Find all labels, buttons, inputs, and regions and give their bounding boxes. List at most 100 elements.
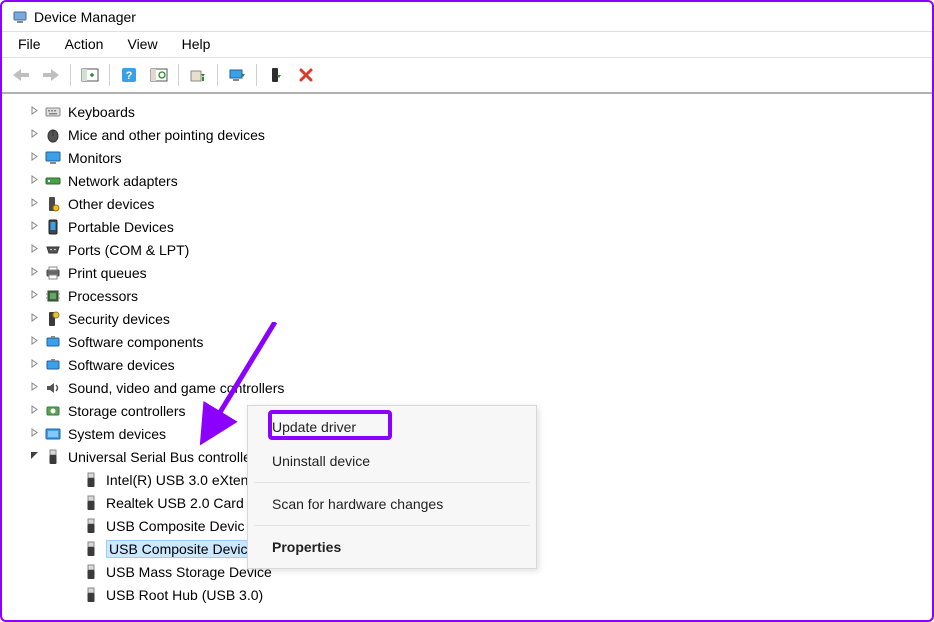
tree-device-label: Intel(R) USB 3.0 eXten <box>106 472 248 488</box>
keyboard-icon <box>44 103 62 121</box>
tree-category[interactable]: Other devices <box>2 192 932 215</box>
tree-device-label: Realtek USB 2.0 Card <box>106 495 244 511</box>
tree-item-label: Sound, video and game controllers <box>68 380 284 396</box>
tree-category[interactable]: Software devices <box>2 353 932 376</box>
menu-separator <box>254 482 530 483</box>
toolbar: ? <box>2 58 932 94</box>
tree-item-label: Other devices <box>68 196 154 212</box>
show-hide-tree-button[interactable] <box>77 62 103 88</box>
tree-item-label: Storage controllers <box>68 403 186 419</box>
monitor-icon <box>44 149 62 167</box>
context-menu-item[interactable]: Update driver <box>248 410 536 444</box>
chevron-right-icon[interactable] <box>26 313 42 325</box>
chevron-right-icon[interactable] <box>26 290 42 302</box>
tree-category[interactable]: Network adapters <box>2 169 932 192</box>
chevron-right-icon[interactable] <box>26 129 42 141</box>
chevron-right-icon[interactable] <box>26 359 42 371</box>
tree-category[interactable]: Print queues <box>2 261 932 284</box>
tree-category[interactable]: Security devices <box>2 307 932 330</box>
system-icon <box>44 425 62 443</box>
chevron-right-icon[interactable] <box>26 175 42 187</box>
menu-view[interactable]: View <box>117 34 167 55</box>
tree-item-label: Ports (COM & LPT) <box>68 242 189 258</box>
tree-category[interactable]: Portable Devices <box>2 215 932 238</box>
portable-icon <box>44 218 62 236</box>
tree-item-label: Keyboards <box>68 104 135 120</box>
tree-category[interactable]: Ports (COM & LPT) <box>2 238 932 261</box>
chevron-right-icon[interactable] <box>26 244 42 256</box>
toolbar-separator <box>109 64 110 86</box>
mouse-icon <box>44 126 62 144</box>
tree-item-label: Mice and other pointing devices <box>68 127 265 143</box>
usb-dev-icon <box>82 517 100 535</box>
help-button[interactable]: ? <box>116 62 142 88</box>
tree-device-label: USB Composite Device <box>106 540 258 558</box>
chevron-right-icon[interactable] <box>26 221 42 233</box>
menu-action[interactable]: Action <box>55 34 114 55</box>
tree-item-label: Portable Devices <box>68 219 174 235</box>
usb-icon <box>44 448 62 466</box>
window-title: Device Manager <box>34 9 136 25</box>
context-menu-item[interactable]: Uninstall device <box>248 444 536 478</box>
chevron-right-icon[interactable] <box>26 267 42 279</box>
tree-item-label: Monitors <box>68 150 122 166</box>
menu-file[interactable]: File <box>8 34 51 55</box>
tree-item-label: Processors <box>68 288 138 304</box>
chevron-right-icon[interactable] <box>26 336 42 348</box>
context-menu-item[interactable]: Scan for hardware changes <box>248 487 536 521</box>
printer-icon <box>44 264 62 282</box>
ports-icon <box>44 241 62 259</box>
titlebar: Device Manager <box>2 2 932 32</box>
tree-category[interactable]: Processors <box>2 284 932 307</box>
menubar: File Action View Help <box>2 32 932 58</box>
enable-device-button[interactable] <box>224 62 250 88</box>
software-icon <box>44 333 62 351</box>
tree-item-label: Print queues <box>68 265 147 281</box>
back-button[interactable] <box>8 62 34 88</box>
security-icon <box>44 310 62 328</box>
usb-dev-icon <box>82 494 100 512</box>
toolbar-separator <box>217 64 218 86</box>
tree-item-label: System devices <box>68 426 166 442</box>
chevron-right-icon[interactable] <box>26 106 42 118</box>
software-icon <box>44 356 62 374</box>
disable-device-button[interactable] <box>263 62 289 88</box>
chevron-right-icon[interactable] <box>26 198 42 210</box>
tree-category[interactable]: Software components <box>2 330 932 353</box>
tree-device-label: USB Root Hub (USB 3.0) <box>106 587 263 603</box>
context-menu: Update driverUninstall device Scan for ha… <box>247 405 537 569</box>
tree-category[interactable]: Monitors <box>2 146 932 169</box>
tree-item-label: Software devices <box>68 357 175 373</box>
toolbar-separator <box>178 64 179 86</box>
chevron-right-icon[interactable] <box>26 152 42 164</box>
network-icon <box>44 172 62 190</box>
chevron-right-icon[interactable] <box>26 405 42 417</box>
context-menu-item[interactable]: Properties <box>248 530 536 564</box>
other-icon <box>44 195 62 213</box>
svg-text:?: ? <box>126 70 133 82</box>
usb-dev-icon <box>82 471 100 489</box>
chevron-right-icon[interactable] <box>26 428 42 440</box>
tree-device[interactable]: USB Root Hub (USB 3.0) <box>2 583 932 606</box>
update-driver-button[interactable] <box>185 62 211 88</box>
storage-icon <box>44 402 62 420</box>
tree-item-label: Software components <box>68 334 203 350</box>
menu-separator <box>254 525 530 526</box>
usb-dev-icon <box>82 563 100 581</box>
device-manager-icon <box>12 9 28 25</box>
scan-hardware-button[interactable] <box>146 62 172 88</box>
tree-device-label: USB Composite Devic <box>106 518 245 534</box>
menu-help[interactable]: Help <box>172 34 221 55</box>
tree-category[interactable]: Keyboards <box>2 100 932 123</box>
tree-category[interactable]: Sound, video and game controllers <box>2 376 932 399</box>
cpu-icon <box>44 287 62 305</box>
tree-item-label: Network adapters <box>68 173 178 189</box>
forward-button[interactable] <box>38 62 64 88</box>
usb-dev-icon <box>82 540 100 558</box>
uninstall-device-button[interactable] <box>293 62 319 88</box>
toolbar-separator <box>256 64 257 86</box>
toolbar-separator <box>70 64 71 86</box>
tree-category[interactable]: Mice and other pointing devices <box>2 123 932 146</box>
chevron-right-icon[interactable] <box>26 382 42 394</box>
chevron-down-icon[interactable] <box>26 451 42 463</box>
